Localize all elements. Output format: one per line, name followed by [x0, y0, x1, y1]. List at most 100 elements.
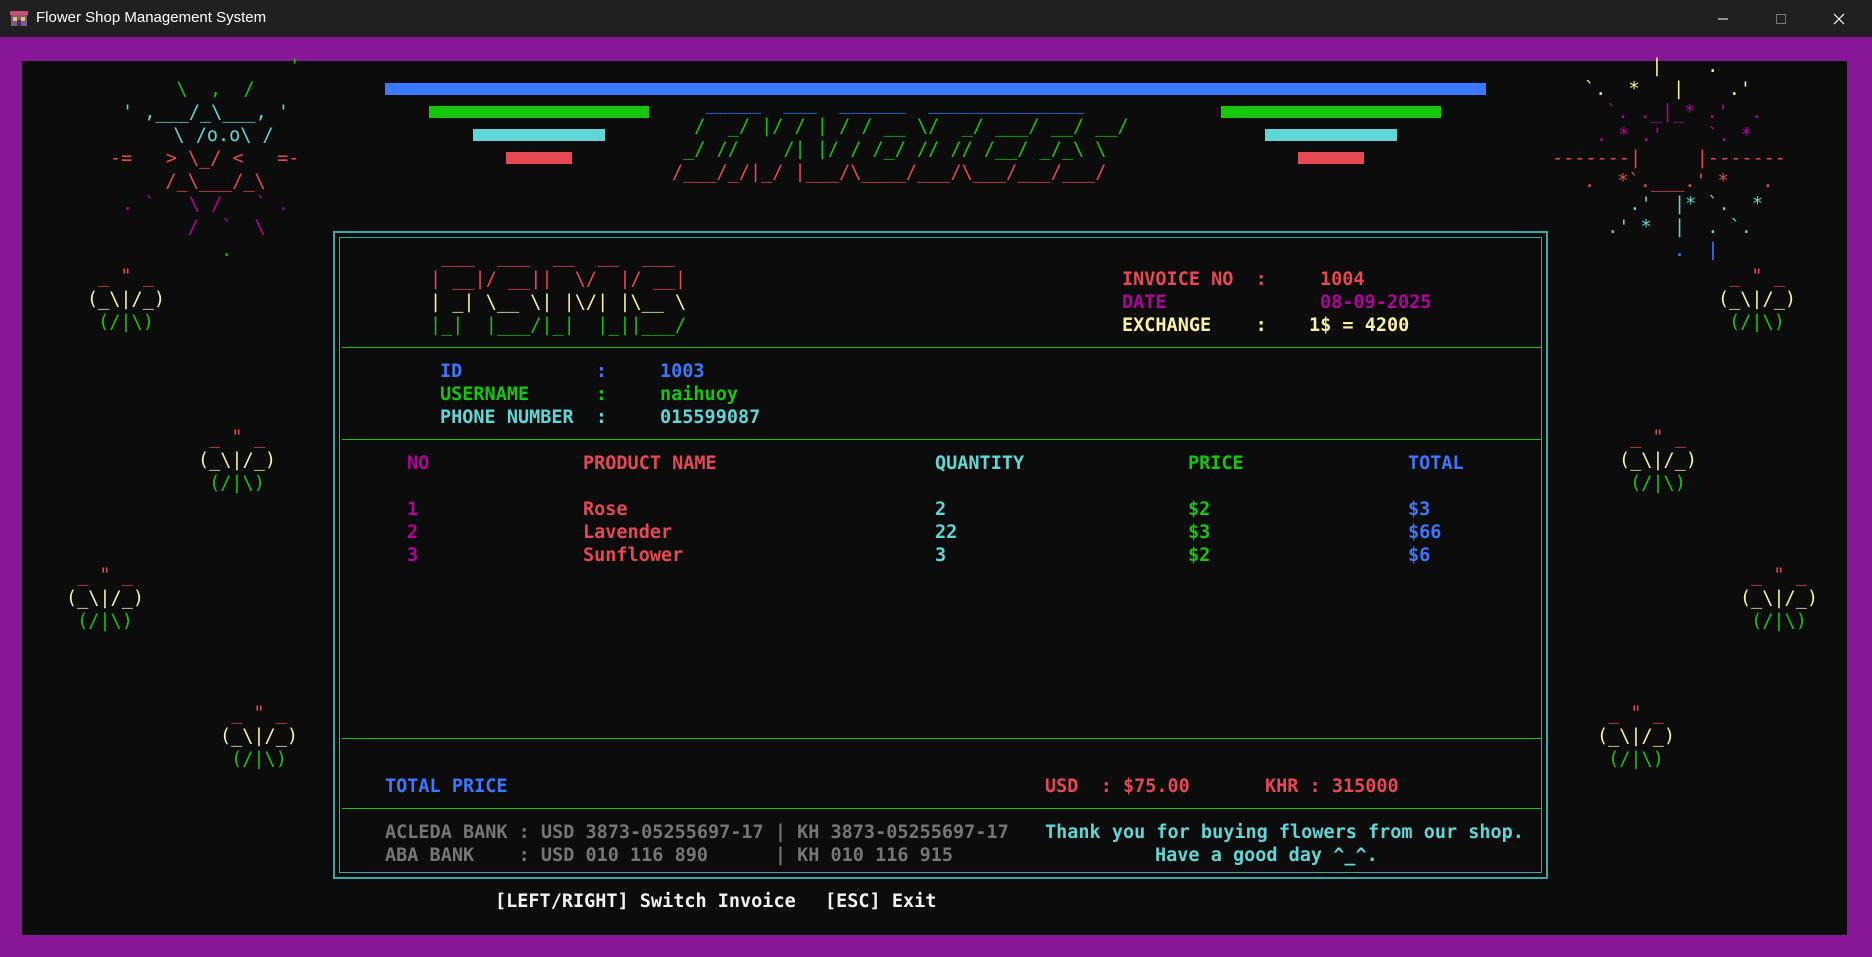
fsms-logo: | __|/ __|| \/ |/ __| — [430, 269, 687, 290]
fireworks-right-line: .' |* `. * — [1596, 194, 1764, 215]
fsms-logo: |_| |___/|_| |_||___/ — [430, 315, 687, 336]
minimize-button[interactable] — [1694, 0, 1752, 37]
minimize-icon — [1718, 18, 1728, 19]
fireworks-right-line: | . — [1540, 56, 1719, 77]
customer-id-label: ID : — [440, 361, 608, 382]
invoice-no-label: INVOICE NO : — [1122, 269, 1267, 290]
flower-head: (_\|/_) — [1740, 588, 1818, 609]
window-title: Flower Shop Management System — [36, 9, 267, 26]
col-header-quantity: QUANTITY — [935, 453, 1025, 474]
maximize-button[interactable] — [1752, 0, 1810, 37]
fireworks-left-line: -= > \_/ < =- — [110, 148, 300, 169]
app-icon — [10, 11, 28, 26]
row-total: $3 — [1408, 499, 1431, 520]
flower-head: (_\|/_) — [1619, 450, 1697, 471]
fireworks-left-line: /_\___/_\ — [132, 171, 266, 192]
col-header-product-name: PRODUCT NAME — [583, 453, 717, 474]
good-day-message: Have a good day ^_^. — [1155, 845, 1378, 866]
row-product-name: Sunflower — [583, 545, 684, 566]
flower-head: (_\|/_) — [66, 588, 144, 609]
col-header-no: NO — [407, 453, 430, 474]
fireworks-left-line: ' ,___/_\___, ' — [122, 102, 290, 123]
banner-bar-cyan-right — [1265, 129, 1397, 141]
flower-stem: (/|\) — [198, 473, 265, 494]
flower-head: (_\|/_) — [220, 726, 298, 747]
fireworks-right-line: .' * | . `. — [1596, 217, 1752, 238]
flower-petals: _ " _ — [87, 266, 154, 287]
fireworks-right-line: `. ._|_* .' . — [1584, 102, 1763, 123]
flower-head: (_\|/_) — [87, 289, 165, 310]
row-no: 2 — [407, 522, 419, 543]
row-product-name: Lavender — [583, 522, 673, 543]
divider — [342, 439, 1541, 440]
flower-stem: (/|\) — [1740, 611, 1807, 632]
flower-petals: _ " _ — [1619, 427, 1686, 448]
row-quantity: 3 — [935, 545, 947, 566]
fireworks-right-line: `. * | .' — [1584, 79, 1752, 100]
maximize-icon — [1776, 13, 1786, 24]
flower-head: (_\|/_) — [1718, 289, 1796, 310]
fireworks-left-line: . — [132, 240, 233, 261]
exchange-value: 1$ = 4200 — [1309, 315, 1410, 336]
exit-hint[interactable]: [ESC] Exit — [825, 890, 936, 913]
fireworks-left-line: / ` \ — [132, 217, 266, 238]
close-button[interactable] — [1810, 0, 1868, 37]
fsms-logo: ___ ___ __ __ ___ — [430, 246, 676, 267]
fireworks-left-line: . ` \ / ` . — [122, 194, 290, 215]
flower-stem: (/|\) — [1619, 473, 1686, 494]
username-label: USERNAME : — [440, 384, 608, 405]
console-area: ' \ , / ' ,___/_\___, ' \ /o.o\ / -= > \… — [22, 56, 1847, 935]
row-no: 3 — [407, 545, 419, 566]
flower-stem: (/|\) — [220, 749, 287, 770]
row-total: $6 — [1408, 545, 1431, 566]
date-label: DATE — [1122, 292, 1167, 313]
customer-id-value: 1003 — [660, 361, 705, 382]
banner-bar-green-left — [429, 106, 649, 118]
bank-aba: ABA BANK : USD 010 116 890 | KH 010 116 … — [385, 845, 954, 866]
divider — [342, 808, 1541, 809]
fireworks-right-line: . | — [1596, 240, 1719, 261]
total-khr: KHR : 315000 — [1265, 776, 1399, 797]
date-value: 08-09-2025 — [1320, 292, 1432, 313]
flower-stem: (/|\) — [1718, 312, 1785, 333]
switch-invoice-hint[interactable]: [LEFT/RIGHT] Switch Invoice — [495, 890, 796, 913]
banner-bar-cyan-left — [473, 129, 605, 141]
title-bar: Flower Shop Management System — [0, 0, 1872, 37]
fireworks-right-line: . *`.___.' * . — [1584, 171, 1774, 192]
divider — [342, 738, 1541, 739]
flower-stem: (/|\) — [87, 312, 154, 333]
phone-label: PHONE NUMBER : — [440, 407, 608, 428]
username-value: naihuoy — [660, 384, 738, 405]
fireworks-left-line: ' — [200, 56, 301, 77]
row-price: $2 — [1188, 499, 1211, 520]
invoice-banner: _____ ___ ______ ______________ — [672, 93, 1085, 114]
fireworks-right-line: -------| |------- — [1552, 148, 1786, 169]
close-icon — [1833, 13, 1845, 24]
row-quantity: 22 — [935, 522, 958, 543]
invoice-banner: /___/_/|_/ |___/\____/___/\___/___/___/ — [672, 162, 1107, 183]
flower-petals: _ " _ — [220, 703, 287, 724]
flower-petals: _ " _ — [66, 565, 133, 586]
flower-petals: _ " _ — [1718, 266, 1785, 287]
exchange-label: EXCHANGE : — [1122, 315, 1267, 336]
row-total: $66 — [1408, 522, 1442, 543]
row-no: 1 — [407, 499, 419, 520]
bank-acleda: ACLEDA BANK : USD 3873-05255697-17 | KH … — [385, 822, 1009, 843]
fsms-logo: | _| \__ \| |\/| |\__ \ — [430, 292, 687, 313]
phone-value: 015599087 — [660, 407, 761, 428]
invoice-banner: _/ // /| |/ / /_/ // // /__/ _/_\ \ — [672, 139, 1107, 160]
col-header-price: PRICE — [1188, 453, 1244, 474]
total-usd: USD : $75.00 — [1045, 776, 1190, 797]
flower-head: (_\|/_) — [198, 450, 276, 471]
divider — [342, 347, 1541, 348]
banner-bar-green-right — [1221, 106, 1441, 118]
flower-head: (_\|/_) — [1597, 726, 1675, 747]
row-product-name: Rose — [583, 499, 628, 520]
col-header-total: TOTAL — [1408, 453, 1464, 474]
flower-petals: _ " _ — [198, 427, 265, 448]
flower-petals: _ " _ — [1597, 703, 1664, 724]
banner-bar-red-left — [506, 152, 572, 164]
flower-petals: _ " _ — [1740, 565, 1807, 586]
fireworks-left-line: \ , / — [132, 79, 255, 100]
invoice-no-value: 1004 — [1320, 269, 1365, 290]
